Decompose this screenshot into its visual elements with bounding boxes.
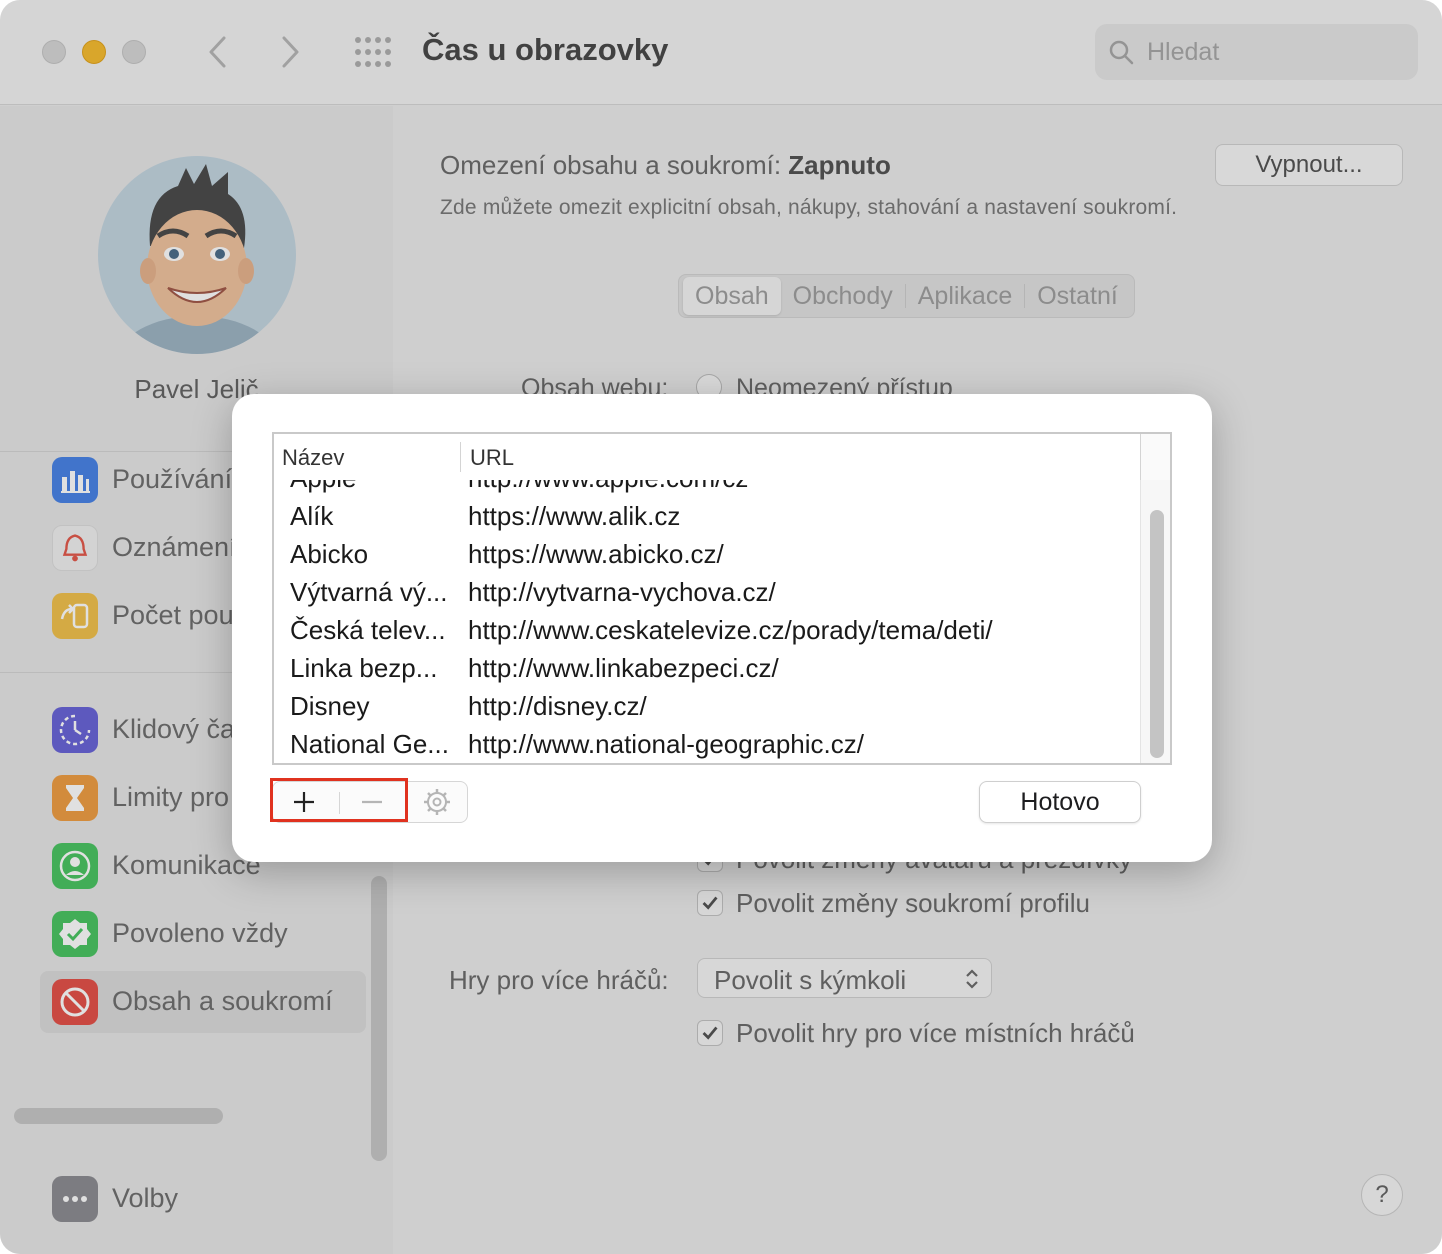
row-url: http://www.national-geographic.cz/ [468,729,864,759]
column-header-url[interactable]: URL [470,445,514,471]
row-url: http://www.linkabezpeci.cz/ [468,653,779,683]
table-row[interactable]: Alík https://www.alik.cz [274,498,1140,536]
row-name: Výtvarná vý... [290,577,448,607]
row-url: http://vytvarna-vychova.cz/ [468,577,776,607]
table-row[interactable]: Výtvarná vý... http://vytvarna-vychova.c… [274,574,1140,612]
row-url: https://www.alik.cz [468,501,681,531]
table-row[interactable]: Česká telev... http://www.ceskatelevize.… [274,612,1140,650]
table-row[interactable]: National Ge... http://www.national-geogr… [274,726,1140,763]
table-row[interactable]: Linka bezp... http://www.linkabezpeci.cz… [274,650,1140,688]
table-row[interactable]: Abicko https://www.abicko.cz/ [274,536,1140,574]
row-url: https://www.abicko.cz/ [468,539,724,569]
table-header-corner [1140,434,1170,480]
column-header-name[interactable]: Název [282,445,344,471]
row-url: http://disney.cz/ [468,691,647,721]
row-name: Abicko [290,539,369,569]
row-name: Česká telev... [290,615,446,645]
add-remove-highlight-annotation [270,778,408,822]
allowed-websites-sheet: Název URL Apple http://www.apple.com/cz … [232,394,1212,862]
table-header: Název URL [274,434,1170,480]
row-name: Disney [290,691,370,721]
system-preferences-window: Čas u obrazovky Hledat Pavel Jelič Použí… [0,0,1442,1254]
column-divider [460,442,461,472]
row-url: http://www.ceskatelevize.cz/porady/tema/… [468,615,993,645]
websites-table: Název URL Apple http://www.apple.com/cz … [272,432,1172,765]
table-row[interactable]: Disney http://disney.cz/ [274,688,1140,726]
row-name: Linka bezp... [290,653,438,683]
row-name: Alík [290,501,334,531]
table-scrollbar-thumb[interactable] [1150,510,1164,758]
done-button[interactable]: Hotovo [979,781,1141,823]
row-name: National Ge... [290,729,449,759]
gear-icon[interactable] [407,782,467,822]
